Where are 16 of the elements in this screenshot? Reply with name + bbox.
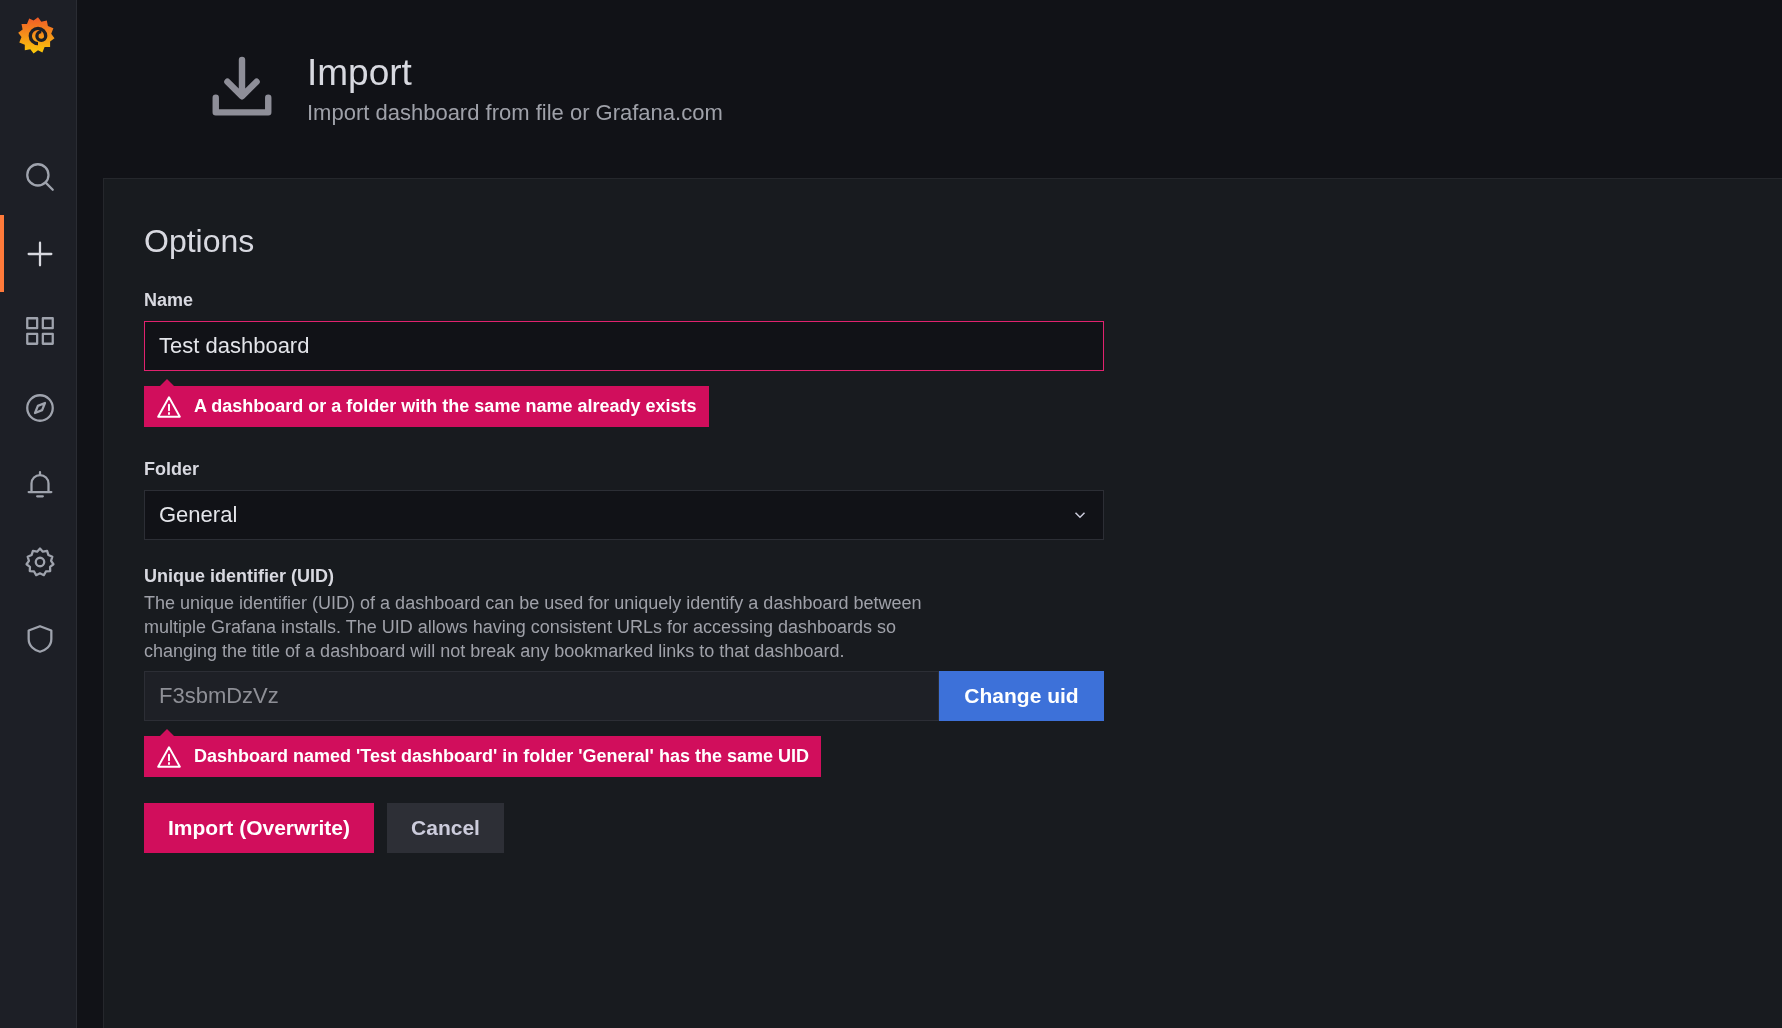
error-text: A dashboard or a folder with the same name already exists bbox=[194, 396, 697, 417]
warning-icon bbox=[156, 743, 182, 770]
page-title: Import bbox=[307, 52, 413, 94]
field-label: Unique identifier (UID) bbox=[144, 566, 335, 587]
section-heading: Options bbox=[144, 223, 256, 260]
field-label: Folder bbox=[144, 459, 200, 480]
field-description: The unique identifier (UID) of a dashboard can be used for uniquely identify a dashboard between multiple Grafana installs. The UID allows having consistent URLs for accessing dashboards so changing the title of a dashboard will not break any bookmarked links to that dashboard. bbox=[144, 592, 923, 663]
warning-icon bbox=[156, 393, 182, 420]
import-button[interactable]: Import (Overwrite) bbox=[144, 803, 375, 853]
folder-select[interactable]: General bbox=[144, 490, 1104, 540]
input-field[interactable]: Test dashboard bbox=[144, 321, 1104, 371]
field-label: Name bbox=[144, 290, 195, 311]
settings-icon bbox=[23, 544, 57, 579]
page-subtitle: Import dashboard from file or Grafana.com bbox=[307, 100, 723, 126]
cancel-button[interactable]: Cancel bbox=[387, 803, 504, 853]
error-text: Dashboard named 'Test dashboard' in folder 'General' has the same UID bbox=[194, 746, 809, 767]
